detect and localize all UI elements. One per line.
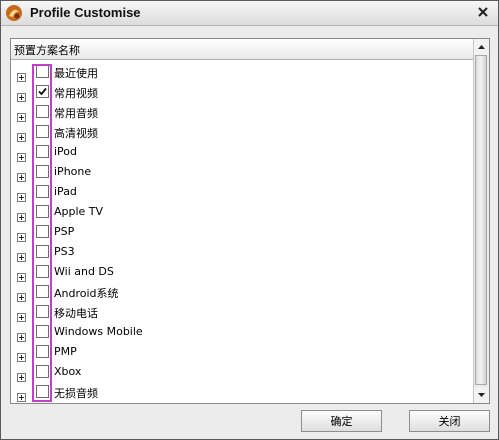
- item-label: 移动电话: [54, 307, 98, 320]
- list-item[interactable]: 移动电话: [11, 302, 473, 322]
- profile-customise-dialog: Profile Customise 预置方案名称 最近使用常用视频常用音频高清视…: [0, 0, 499, 440]
- item-label: Xbox: [54, 365, 82, 378]
- expand-plus-icon[interactable]: [17, 367, 26, 382]
- item-checkbox[interactable]: [36, 325, 49, 338]
- expand-plus-icon[interactable]: [17, 67, 26, 82]
- item-checkbox[interactable]: [36, 345, 49, 358]
- expand-plus-icon[interactable]: [17, 247, 26, 262]
- list-item[interactable]: PMP: [11, 342, 473, 362]
- item-checkbox[interactable]: [36, 205, 49, 218]
- item-checkbox[interactable]: [36, 365, 49, 378]
- item-label: PS3: [54, 245, 75, 258]
- item-checkbox[interactable]: [36, 65, 49, 78]
- scroll-up-button[interactable]: [474, 39, 489, 55]
- item-checkbox[interactable]: [36, 225, 49, 238]
- close-icon[interactable]: [474, 3, 492, 21]
- item-checkbox[interactable]: [36, 185, 49, 198]
- list-item[interactable]: 最近使用: [11, 62, 473, 82]
- confirm-button[interactable]: 确定: [301, 410, 382, 432]
- list-item[interactable]: iPhone: [11, 162, 473, 182]
- list-item[interactable]: iPad: [11, 182, 473, 202]
- item-label: iPad: [54, 185, 77, 198]
- list-item[interactable]: 无损音频: [11, 382, 473, 402]
- expand-plus-icon[interactable]: [17, 127, 26, 142]
- item-checkbox[interactable]: [36, 245, 49, 258]
- list-item[interactable]: Android系统: [11, 282, 473, 302]
- item-label: PSP: [54, 225, 75, 238]
- list-item[interactable]: 高清视频: [11, 122, 473, 142]
- expand-plus-icon[interactable]: [17, 147, 26, 162]
- expand-plus-icon[interactable]: [17, 307, 26, 322]
- expand-plus-icon[interactable]: [17, 207, 26, 222]
- item-label: iPhone: [54, 165, 92, 178]
- item-label: Windows Mobile: [54, 325, 143, 338]
- column-header-label: 预置方案名称: [14, 44, 80, 57]
- item-checkbox[interactable]: [36, 105, 49, 118]
- list-item[interactable]: PSP: [11, 222, 473, 242]
- item-checkbox[interactable]: [36, 165, 49, 178]
- item-label: 高清视频: [54, 127, 98, 140]
- item-label: 常用音频: [54, 107, 98, 120]
- expand-plus-icon[interactable]: [17, 287, 26, 302]
- chevron-up-icon: [478, 45, 485, 49]
- expand-plus-icon[interactable]: [17, 87, 26, 102]
- chevron-down-icon: [478, 393, 485, 397]
- item-checkbox[interactable]: [36, 385, 49, 398]
- vertical-scrollbar[interactable]: [473, 39, 489, 403]
- item-label: 常用视频: [54, 87, 98, 100]
- item-checkbox[interactable]: [36, 145, 49, 158]
- checkmark-icon: [38, 87, 47, 96]
- expand-plus-icon[interactable]: [17, 267, 26, 282]
- expand-plus-icon[interactable]: [17, 167, 26, 182]
- list-item[interactable]: iPod: [11, 142, 473, 162]
- item-checkbox[interactable]: [36, 85, 49, 98]
- expand-plus-icon[interactable]: [17, 347, 26, 362]
- list-item[interactable]: Windows Mobile: [11, 322, 473, 342]
- item-label: iPod: [54, 145, 78, 158]
- column-header[interactable]: 预置方案名称: [11, 39, 473, 60]
- item-label: PMP: [54, 345, 77, 358]
- list-item[interactable]: PS3: [11, 242, 473, 262]
- expand-plus-icon[interactable]: [17, 387, 26, 402]
- list-item[interactable]: Xbox: [11, 362, 473, 382]
- item-label: 无损音频: [54, 387, 98, 400]
- title-bar: Profile Customise: [1, 1, 498, 26]
- list-item[interactable]: Apple TV: [11, 202, 473, 222]
- list-item[interactable]: 常用音频: [11, 102, 473, 122]
- expand-plus-icon[interactable]: [17, 227, 26, 242]
- list-item[interactable]: Wii and DS: [11, 262, 473, 282]
- item-label: Apple TV: [54, 205, 104, 218]
- close-button[interactable]: 关闭: [409, 410, 490, 432]
- app-logo-icon: [5, 4, 23, 22]
- item-checkbox[interactable]: [36, 285, 49, 298]
- scroll-thumb[interactable]: [475, 55, 487, 385]
- list-item[interactable]: 常用视频: [11, 82, 473, 102]
- window-title: Profile Customise: [30, 5, 141, 20]
- item-label: Wii and DS: [54, 265, 114, 278]
- expand-plus-icon[interactable]: [17, 107, 26, 122]
- profile-list-panel: 预置方案名称 最近使用常用视频常用音频高清视频 iPod iPhone iPad App…: [10, 38, 490, 404]
- item-label: Android系统: [54, 287, 119, 300]
- item-checkbox[interactable]: [36, 265, 49, 278]
- scroll-down-button[interactable]: [474, 387, 489, 403]
- item-label: 最近使用: [54, 67, 98, 80]
- expand-plus-icon[interactable]: [17, 327, 26, 342]
- expand-plus-icon[interactable]: [17, 187, 26, 202]
- item-checkbox[interactable]: [36, 125, 49, 138]
- item-checkbox[interactable]: [36, 305, 49, 318]
